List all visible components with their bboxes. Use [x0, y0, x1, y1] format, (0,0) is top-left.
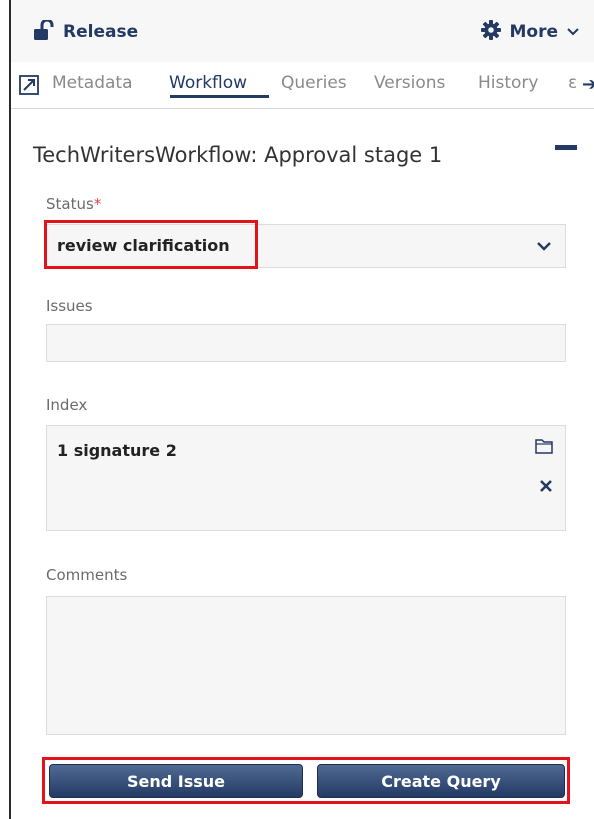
minus-icon[interactable]	[555, 145, 577, 150]
tab-versions[interactable]: Versions	[374, 73, 445, 93]
chevron-down-icon	[535, 237, 553, 255]
more-menu-button[interactable]: More	[481, 18, 580, 46]
tab-workflow[interactable]: Workflow	[169, 73, 247, 93]
unlock-icon	[33, 18, 55, 45]
arrow-right-icon[interactable]: ➔	[582, 74, 594, 95]
folder-icon[interactable]	[535, 438, 553, 454]
issues-input[interactable]	[46, 324, 566, 362]
status-select[interactable]: review clarification	[46, 224, 566, 268]
required-marker: *	[93, 195, 102, 213]
close-icon[interactable]	[539, 478, 553, 492]
tab-bar: Metadata Workflow Queries Versions Histo…	[11, 62, 594, 109]
issues-label: Issues	[46, 297, 93, 315]
expand-icon[interactable]	[19, 75, 39, 95]
action-buttons-highlight: Send Issue Create Query	[42, 757, 570, 804]
release-button[interactable]: Release	[33, 18, 138, 46]
workflow-panel: Release More Metadata Workflow Queries V…	[9, 0, 594, 819]
send-issue-button[interactable]: Send Issue	[49, 764, 303, 798]
active-tab-indicator	[170, 95, 269, 98]
status-value: review clarification	[57, 236, 230, 255]
comments-textarea[interactable]	[46, 596, 566, 735]
tab-history[interactable]: History	[478, 73, 538, 93]
index-label: Index	[46, 396, 88, 414]
tab-metadata[interactable]: Metadata	[52, 73, 133, 93]
tab-overflow: ε	[568, 73, 578, 93]
top-toolbar: Release More	[11, 0, 594, 63]
status-label: Status*	[46, 195, 102, 213]
index-field[interactable]: 1 signature 2	[46, 425, 566, 531]
release-label: Release	[63, 22, 139, 42]
index-value: 1 signature 2	[57, 441, 177, 460]
tab-queries[interactable]: Queries	[281, 73, 347, 93]
chevron-down-icon	[566, 22, 580, 42]
gear-icon	[481, 19, 502, 45]
workflow-stage-title: TechWritersWorkflow: Approval stage 1	[33, 143, 443, 167]
more-label: More	[509, 22, 558, 42]
create-query-button[interactable]: Create Query	[317, 764, 565, 798]
comments-label: Comments	[46, 566, 128, 584]
